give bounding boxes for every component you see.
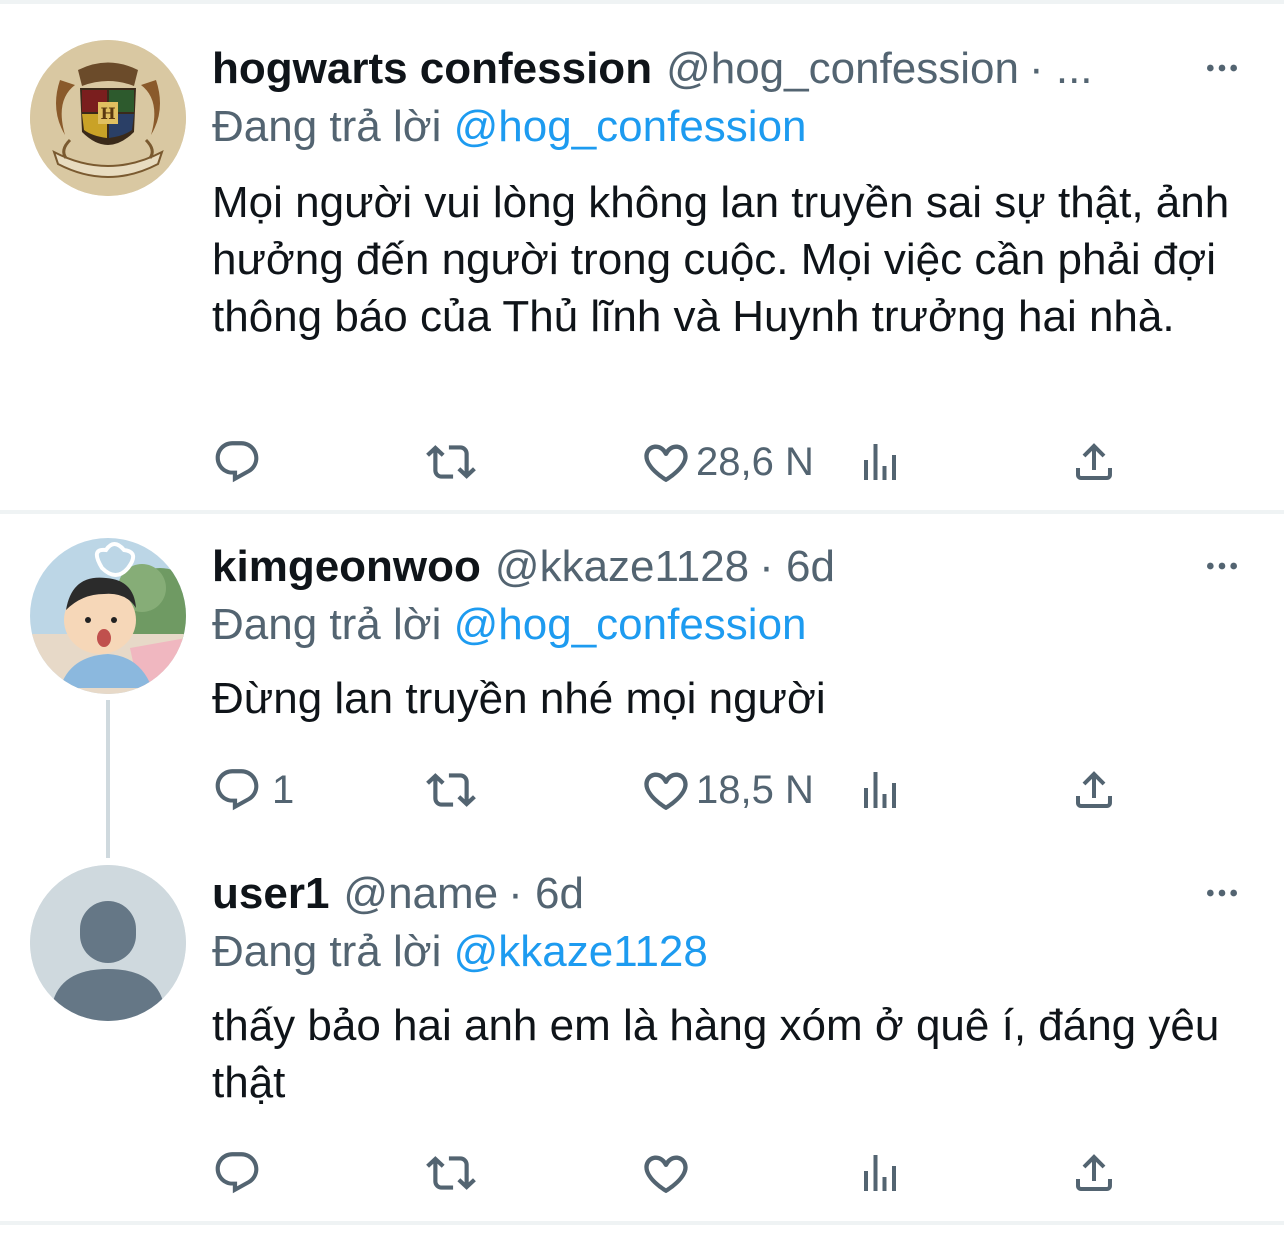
tweet-1[interactable]: H hogwarts confession @hog_confession · …	[0, 0, 1284, 512]
tweet-timestamp[interactable]: · 6d	[759, 538, 835, 596]
reply-mention-link[interactable]: @hog_confession	[454, 102, 807, 151]
like-count: 28,6 N	[696, 439, 814, 484]
cartoon-avatar-icon[interactable]	[30, 538, 186, 694]
reply-button[interactable]	[212, 1143, 266, 1203]
tweet-text: Đừng lan truyền nhé mọi người	[212, 674, 826, 723]
views-button[interactable]	[856, 432, 904, 492]
tweet-text: thấy bảo hai anh em là hàng xóm ở quê í,…	[212, 1001, 1220, 1107]
reply-mention-link[interactable]: @kkaze1128	[454, 927, 708, 976]
like-button[interactable]: 28,6 N	[640, 432, 814, 492]
reply-context: Đang trả lời @kkaze1128	[212, 923, 1244, 981]
reply-icon	[212, 1148, 262, 1198]
reply-icon	[212, 437, 262, 487]
reply-icon	[212, 765, 262, 815]
views-icon	[856, 766, 904, 814]
tweet-actions: 28,6 N	[212, 432, 1132, 492]
user-handle[interactable]: @name	[343, 865, 498, 923]
like-icon	[640, 436, 692, 488]
views-button[interactable]	[856, 760, 904, 820]
display-name[interactable]: user1	[212, 865, 329, 923]
retweet-icon	[426, 437, 476, 487]
retweet-button[interactable]	[426, 432, 480, 492]
tweet-3[interactable]: user1 @name · 6d Đang trả lời @kkaze1128…	[0, 859, 1284, 1221]
retweet-icon	[426, 765, 476, 815]
views-icon	[856, 1149, 904, 1197]
thread-line	[106, 700, 110, 858]
like-button[interactable]	[640, 1143, 696, 1203]
reply-prefix: Đang trả lời	[212, 600, 442, 649]
reply-prefix: Đang trả lời	[212, 927, 442, 976]
tweet-header: hogwarts confession @hog_confession · ..…	[212, 40, 1244, 98]
default-user-icon[interactable]	[30, 865, 186, 1021]
user-handle[interactable]: @hog_confession	[666, 40, 1019, 98]
more-options-button[interactable]	[1200, 544, 1244, 588]
more-options-button[interactable]	[1200, 46, 1244, 90]
display-name[interactable]: hogwarts confession	[212, 40, 652, 98]
reply-count: 1	[272, 767, 295, 812]
retweet-button[interactable]	[426, 760, 480, 820]
reply-context: Đang trả lời @hog_confession	[212, 596, 1244, 654]
user-handle[interactable]: @kkaze1128	[495, 538, 749, 596]
tweet-timestamp[interactable]: · 6d	[508, 865, 584, 923]
reply-mention-link[interactable]: @hog_confession	[454, 600, 807, 649]
reply-prefix: Đang trả lời	[212, 102, 442, 151]
like-icon	[640, 764, 692, 816]
tweet-header: kimgeonwoo @kkaze1128 · 6d	[212, 538, 1244, 596]
retweet-icon	[426, 1148, 476, 1198]
share-icon	[1070, 438, 1118, 486]
more-icon	[1202, 48, 1242, 88]
share-button[interactable]	[1070, 1143, 1118, 1203]
share-button[interactable]	[1070, 432, 1118, 492]
tweet-text: Mọi người vui lòng không lan truyền sai …	[212, 178, 1230, 341]
display-name[interactable]: kimgeonwoo	[212, 538, 481, 596]
reply-button[interactable]	[212, 432, 266, 492]
like-count: 18,5 N	[696, 767, 814, 812]
views-icon	[856, 438, 904, 486]
more-icon	[1202, 546, 1242, 586]
more-options-button[interactable]	[1200, 871, 1244, 915]
reply-button[interactable]: 1	[212, 760, 294, 820]
bottom-divider	[0, 1221, 1284, 1225]
retweet-button[interactable]	[426, 1143, 480, 1203]
tweet-actions	[212, 1143, 1132, 1203]
tweet-header: user1 @name · 6d	[212, 865, 1244, 923]
like-icon	[640, 1147, 692, 1199]
like-button[interactable]: 18,5 N	[640, 760, 814, 820]
share-icon	[1070, 766, 1118, 814]
svg-text:H: H	[100, 104, 115, 123]
share-button[interactable]	[1070, 760, 1118, 820]
hogwarts-crest-icon[interactable]: H	[30, 40, 186, 196]
share-icon	[1070, 1149, 1118, 1197]
views-button[interactable]	[856, 1143, 904, 1203]
tweet-meta: · ...	[1028, 44, 1093, 93]
more-icon	[1202, 873, 1242, 913]
reply-context: Đang trả lời @hog_confession	[212, 98, 1244, 156]
tweet-actions: 1 18,5 N	[212, 760, 1132, 820]
tweet-2[interactable]: kimgeonwoo @kkaze1128 · 6d Đang trả lời …	[0, 514, 1284, 859]
